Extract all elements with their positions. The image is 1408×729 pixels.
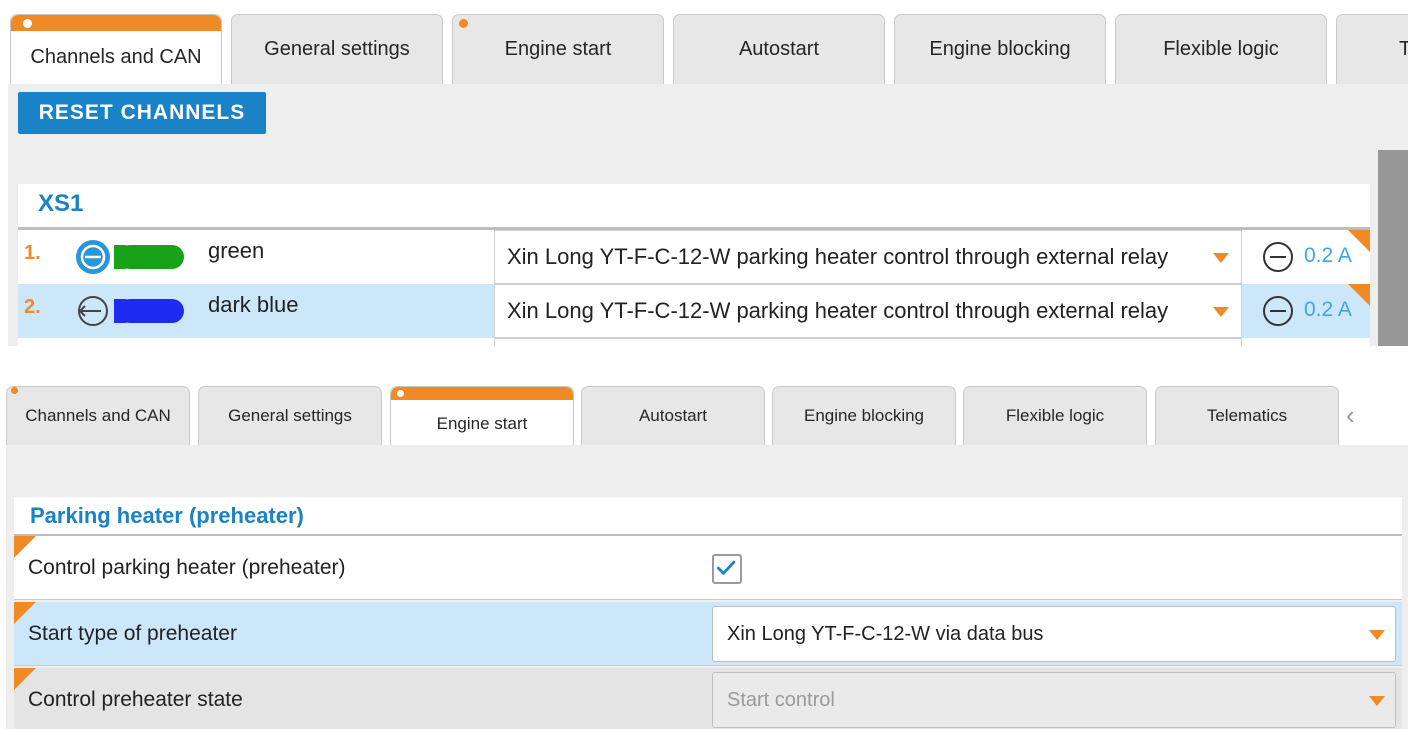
start-type-select[interactable]: Xin Long YT-F-C-12-W via data bus (712, 606, 1396, 662)
channel-row[interactable]: 2. dark blue Xin Long YT-F-C-12-W parkin… (18, 284, 1370, 338)
tab-label: Channels and CAN (30, 46, 202, 68)
engine-start-panel: Channels and CAN General settings Engine… (0, 378, 1408, 729)
channel-number: 2. (24, 296, 41, 318)
current-value: 0.2 A (1304, 244, 1352, 267)
channel-function-select[interactable]: Xin Long YT-F-C-12-W parking heater cont… (494, 230, 1242, 284)
tab-bar: Channels and CAN General settings Engine… (0, 0, 1408, 84)
tab-label: General settings (264, 38, 410, 60)
tab-channels-and-can[interactable]: Channels and CAN (10, 14, 222, 84)
select-value: Xin Long YT-F-C-12-W parking heater cont… (507, 244, 1169, 269)
tab-modified-dot (397, 390, 404, 397)
tab-autostart[interactable]: Autostart (673, 14, 885, 84)
tab-engine-blocking[interactable]: Engine blocking (894, 14, 1106, 84)
chevron-down-icon (1369, 630, 1385, 640)
tab-label: Channels and CAN (25, 406, 171, 425)
chevron-down-icon (1213, 253, 1229, 263)
tab-modified-bar (391, 387, 573, 400)
cable-input-icon (78, 296, 184, 326)
tab-label: General settings (228, 406, 352, 425)
setting-row-start-type: Start type of preheater Xin Long YT-F-C-… (14, 602, 1402, 666)
tab-label: T (1399, 38, 1408, 61)
tab-modified-bar (11, 15, 221, 31)
channel-current: 0.2 A (1252, 284, 1370, 338)
select-value: Start control (727, 688, 835, 711)
channel-current: 0.2 A (1252, 230, 1370, 284)
channel-row[interactable]: 1. green Xin Long YT-F-C-12-W parking he… (18, 230, 1370, 284)
current-value: 0.2 A (1304, 298, 1352, 321)
minus-circle-icon[interactable] (1262, 295, 1294, 327)
tab-modified-dot (23, 19, 32, 28)
setting-row-control-preheater-state: Control preheater state Start control (14, 668, 1402, 729)
tab-label: Flexible logic (1163, 38, 1279, 60)
channel-function-select[interactable]: Xin Long YT-F-C-12-W parking heater cont… (494, 284, 1242, 338)
select-value: Xin Long YT-F-C-12-W via data bus (727, 622, 1044, 645)
tab-label: Autostart (638, 406, 708, 425)
cable-output-icon (76, 240, 184, 274)
control-preheater-state-select[interactable]: Start control (712, 672, 1396, 728)
chevron-left-icon[interactable]: ‹ (1346, 400, 1355, 431)
channel-color-name: green (208, 238, 265, 263)
tab-label: Telematics (1206, 406, 1288, 425)
setting-row-control-parking-heater: Control parking heater (preheater) (14, 536, 1402, 600)
tab-label: Engine start (504, 38, 612, 60)
select-value: Xin Long YT-F-C-12-W parking heater cont… (507, 298, 1169, 323)
setting-label: Start type of preheater (28, 622, 237, 645)
setting-label: Control preheater state (28, 688, 243, 711)
modified-corner-marker (14, 668, 36, 690)
tab-engine-start[interactable]: Engine start (390, 386, 574, 445)
modified-corner-marker (1348, 230, 1370, 252)
channels-content: RESET CHANNELS XS1 1. green Xin Long YT-… (8, 84, 1408, 346)
tab-autostart[interactable]: Autostart (581, 386, 765, 445)
tab-flexible-logic[interactable]: Flexible logic (963, 386, 1147, 445)
tab-label: Autostart (738, 38, 820, 60)
tab-modified-dot (11, 387, 18, 394)
reset-channels-button[interactable]: RESET CHANNELS (18, 92, 266, 134)
tab-general-settings[interactable]: General settings (198, 386, 382, 445)
engine-start-content: Parking heater (preheater) Control parki… (6, 445, 1408, 729)
tab-flexible-logic[interactable]: Flexible logic (1115, 14, 1327, 84)
tab-general-settings[interactable]: General settings (231, 14, 443, 84)
setting-label: Control parking heater (preheater) (28, 556, 346, 579)
tab-label: Engine blocking (803, 406, 925, 425)
channels-panel: Channels and CAN General settings Engine… (0, 0, 1408, 346)
modified-corner-marker (14, 536, 36, 558)
tab-telematics-partial[interactable]: T (1336, 14, 1408, 84)
channel-color-name: dark blue (208, 292, 299, 317)
modified-corner-marker (14, 602, 36, 624)
vertical-scrollbar[interactable] (1378, 150, 1408, 346)
chevron-down-icon (1213, 307, 1229, 317)
tab-label: Flexible logic (1005, 406, 1105, 425)
checkmark-icon (716, 560, 736, 575)
minus-circle-icon[interactable] (1262, 241, 1294, 273)
channel-number: 1. (24, 242, 41, 264)
tab-label: Engine blocking (929, 38, 1071, 60)
channel-row-partial (18, 338, 1370, 346)
section-title-xs1: XS1 (18, 184, 1370, 228)
control-parking-heater-checkbox[interactable] (712, 554, 742, 584)
tab-channels-and-can[interactable]: Channels and CAN (6, 386, 190, 445)
channel-function-select-partial (494, 338, 1242, 346)
tab-label: Engine start (436, 414, 528, 433)
tab-telematics[interactable]: Telematics (1155, 386, 1339, 445)
tab-engine-blocking[interactable]: Engine blocking (772, 386, 956, 445)
chevron-down-icon (1369, 696, 1385, 706)
modified-corner-marker (1348, 284, 1370, 306)
section-title-parking-heater: Parking heater (preheater) (14, 497, 1402, 535)
tab-modified-dot (459, 19, 468, 28)
tab-engine-start[interactable]: Engine start (452, 14, 664, 84)
